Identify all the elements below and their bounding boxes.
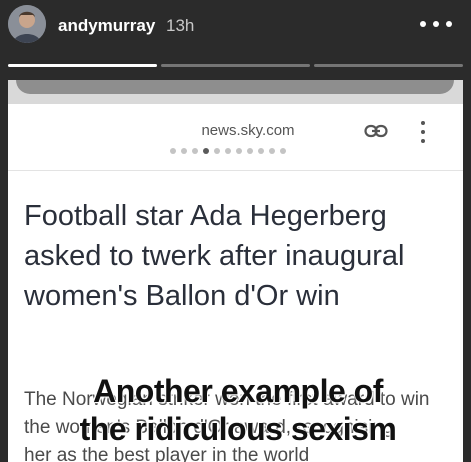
dot <box>421 139 425 143</box>
avatar[interactable] <box>8 5 46 43</box>
divider <box>8 170 463 171</box>
pager-dot[interactable] <box>225 148 231 154</box>
article-url[interactable]: news.sky.com <box>158 122 338 139</box>
article-url-bar: news.sky.com <box>8 116 463 144</box>
avatar-image <box>8 5 46 43</box>
more-horizontal-icon[interactable] <box>420 14 452 34</box>
pager-dot[interactable] <box>247 148 253 154</box>
dot <box>420 21 426 27</box>
dot <box>421 121 425 125</box>
dot <box>433 21 439 27</box>
pager-dot[interactable] <box>170 148 176 154</box>
pager-dot[interactable] <box>236 148 242 154</box>
caption-line: the ridiculous sexism <box>79 411 397 447</box>
pager-dot[interactable] <box>203 148 209 154</box>
story-timestamp: 13h <box>166 16 195 35</box>
caption-line: Another example of <box>93 373 383 409</box>
screenshot-top-pill <box>16 80 454 94</box>
story-caption: Another example of the ridiculous sexism <box>28 372 448 448</box>
article-pager-dots <box>170 148 286 154</box>
dot <box>421 130 425 134</box>
pager-dot[interactable] <box>192 148 198 154</box>
progress-segment <box>161 64 310 67</box>
dot <box>446 21 452 27</box>
pager-dot[interactable] <box>280 148 286 154</box>
link-icon[interactable] <box>364 122 388 140</box>
screenshot-top-bar <box>8 80 463 104</box>
progress-segment <box>314 64 463 67</box>
story-progress-bar <box>8 64 463 67</box>
pager-dot[interactable] <box>269 148 275 154</box>
pager-dot[interactable] <box>214 148 220 154</box>
story-header: andymurray 13h <box>0 0 471 56</box>
pager-dot[interactable] <box>258 148 264 154</box>
article-headline: Football star Ada Hegerberg asked to twe… <box>24 200 405 312</box>
progress-segment <box>8 64 157 67</box>
more-vertical-icon[interactable] <box>416 121 430 143</box>
pager-dot[interactable] <box>181 148 187 154</box>
story-username[interactable]: andymurray <box>58 16 155 36</box>
